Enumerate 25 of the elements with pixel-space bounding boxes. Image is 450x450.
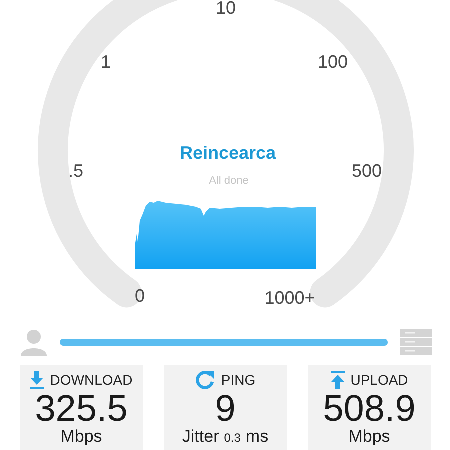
scale-label: 100 <box>318 52 348 72</box>
result-unit: Mbps <box>60 427 102 446</box>
restart-button[interactable]: Reincearca <box>180 143 276 163</box>
refresh-icon <box>195 370 216 390</box>
jitter-label: Jitter <box>182 427 220 446</box>
server-icon <box>400 329 432 355</box>
download-icon <box>30 371 44 389</box>
result-label: UPLOAD <box>350 372 408 388</box>
result-value: 508.9 <box>323 391 416 427</box>
scale-label: 10 <box>216 0 236 18</box>
user-icon <box>20 328 48 356</box>
result-label: DOWNLOAD <box>50 372 133 388</box>
scale-label: 500 <box>352 161 382 181</box>
result-value: 325.5 <box>35 391 128 427</box>
scale-label: 1000+ <box>264 288 316 308</box>
result-unit: Mbps <box>348 427 390 446</box>
scale-label: 0 <box>135 286 145 306</box>
scale-label: 1 <box>101 52 111 72</box>
result-label: PING <box>221 372 256 388</box>
jitter-value: 0.3 <box>224 430 241 447</box>
status-text: All done <box>209 175 249 187</box>
scale-label: .5 <box>68 161 84 181</box>
upload-icon <box>330 371 345 389</box>
result-value: 9 <box>215 391 236 427</box>
jitter-unit: ms <box>246 427 269 446</box>
